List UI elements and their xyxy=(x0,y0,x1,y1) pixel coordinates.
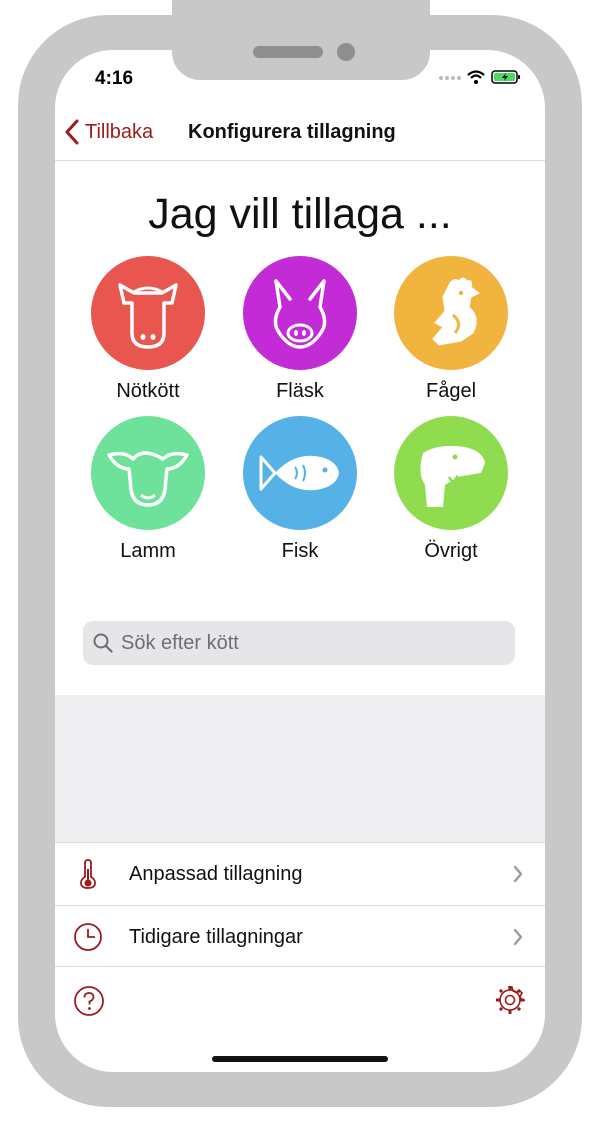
category-flask[interactable]: Fläsk xyxy=(230,256,370,403)
page-title: Konfigurera tillagning xyxy=(188,121,396,143)
category-ovrigt[interactable]: Övrigt xyxy=(381,416,521,563)
category-circle xyxy=(91,416,205,530)
thermometer-icon xyxy=(73,859,103,889)
wifi-icon xyxy=(467,70,485,84)
status-time: 4:16 xyxy=(95,68,134,89)
menu-item-label: Anpassad tillagning xyxy=(129,862,303,885)
menu-item-previous-cookings[interactable]: Tidigare tillagningar xyxy=(55,905,545,968)
sheep-icon xyxy=(107,451,189,507)
gear-icon xyxy=(496,986,526,1014)
category-fisk[interactable]: Fisk xyxy=(230,416,370,563)
category-label: Fisk xyxy=(281,540,319,562)
spacer-band xyxy=(55,695,545,842)
front-camera xyxy=(337,43,355,61)
category-circle xyxy=(243,416,357,530)
category-fagel[interactable]: Fågel xyxy=(381,256,521,403)
battery-icon xyxy=(491,70,520,84)
main-heading: Jag vill tillaga ... xyxy=(148,190,452,238)
chevron-left-icon xyxy=(65,119,79,145)
speaker-grill xyxy=(253,46,323,58)
category-circle xyxy=(394,416,508,530)
category-circle xyxy=(243,256,357,370)
settings-button[interactable] xyxy=(495,985,526,1020)
category-label: Lamm xyxy=(120,540,176,562)
status-icons xyxy=(439,70,521,84)
category-circle xyxy=(394,256,508,370)
category-label: Övrigt xyxy=(424,540,478,562)
menu-item-label: Tidigare tillagningar xyxy=(129,925,303,948)
help-icon xyxy=(74,986,104,1016)
chevron-right-icon xyxy=(513,865,523,883)
category-circle xyxy=(91,256,205,370)
search-placeholder: Sök efter kött xyxy=(121,631,239,654)
dinosaur-icon xyxy=(420,445,485,507)
search-input[interactable]: Sök efter kött xyxy=(83,621,515,665)
cow-icon xyxy=(118,283,178,349)
category-label: Fågel xyxy=(425,380,477,402)
signal-icon xyxy=(439,76,461,80)
fish-icon xyxy=(259,455,339,491)
clock-icon xyxy=(73,922,103,952)
device-notch xyxy=(172,0,430,80)
bottom-toolbar xyxy=(55,966,545,967)
pig-icon xyxy=(273,279,327,349)
back-button[interactable]: Tillbaka xyxy=(65,119,153,145)
home-indicator[interactable] xyxy=(212,1056,388,1062)
help-button[interactable] xyxy=(73,985,105,1022)
category-label: Fläsk xyxy=(276,380,324,402)
navigation-bar: Tillbaka Konfigurera tillagning xyxy=(55,110,545,161)
category-lamm[interactable]: Lamm xyxy=(78,416,218,563)
menu-item-custom-cooking[interactable]: Anpassad tillagning xyxy=(55,842,545,905)
chicken-icon xyxy=(432,277,480,346)
phone-screen: 4:16 Tillbaka Konfigurera tillagning Jag… xyxy=(55,50,545,1072)
search-icon xyxy=(93,633,113,653)
chevron-right-icon xyxy=(513,928,523,946)
category-label: Nötkött xyxy=(116,380,180,402)
back-label: Tillbaka xyxy=(85,120,154,143)
category-notkott[interactable]: Nötkött xyxy=(78,256,218,403)
